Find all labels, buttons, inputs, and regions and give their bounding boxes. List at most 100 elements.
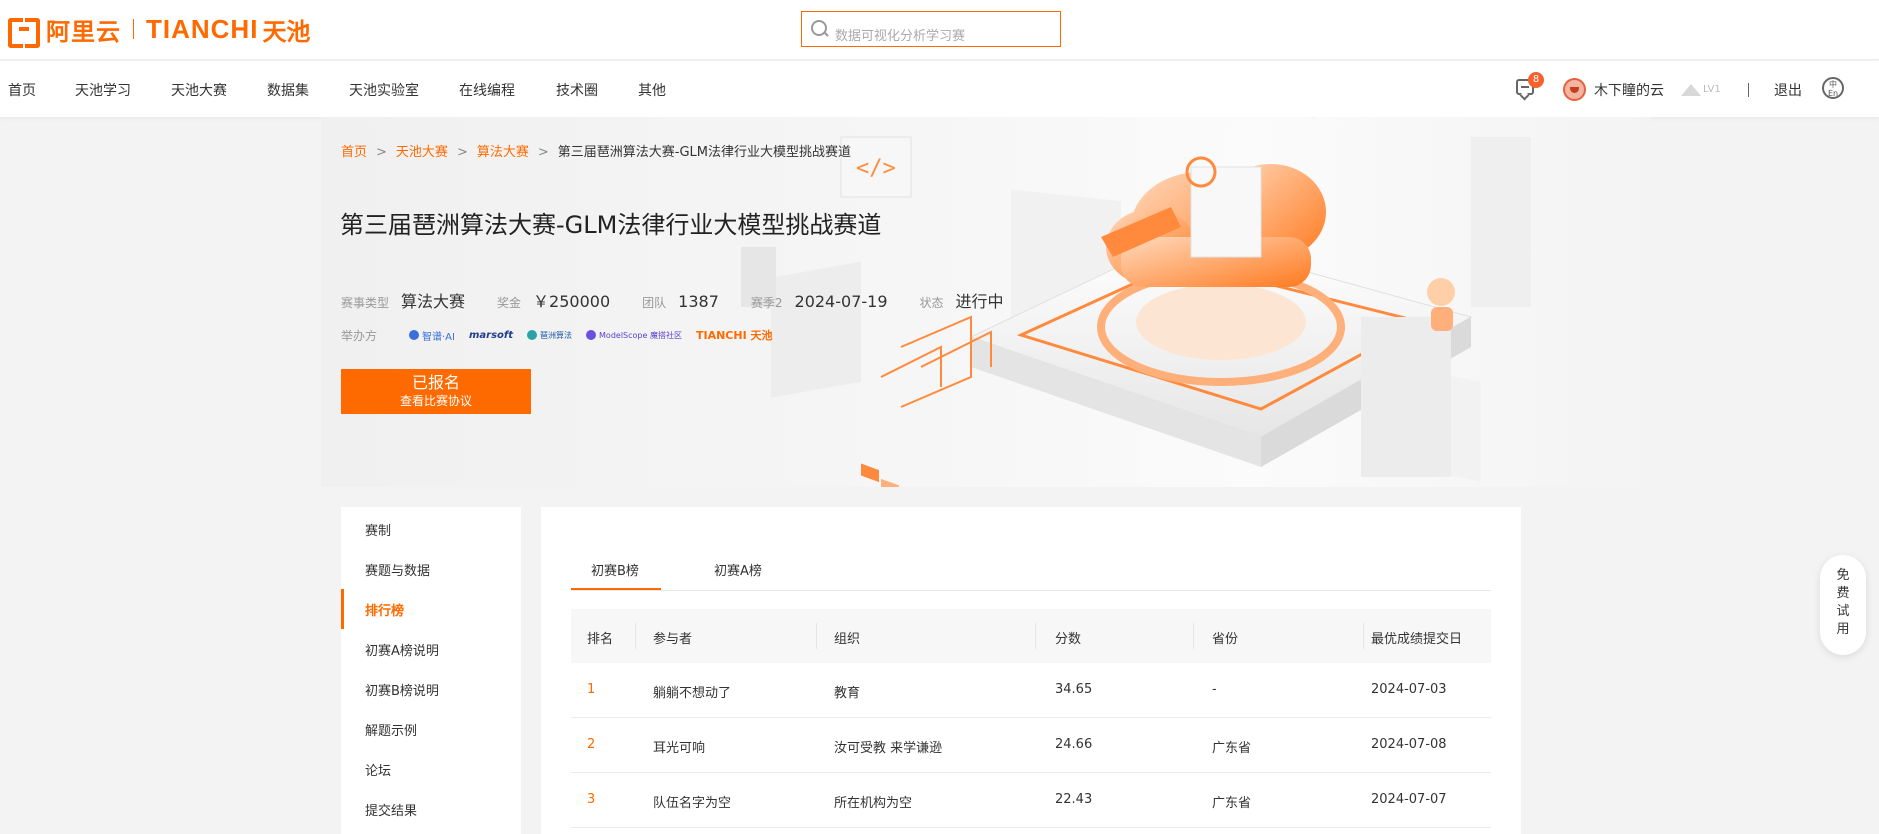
province-cell: - xyxy=(1212,682,1217,697)
sidebar-item-submit[interactable]: 提交结果 xyxy=(365,800,417,819)
svg-text:</>: </> xyxy=(856,156,896,181)
pazhou-logo: 琶洲算法 xyxy=(527,330,572,341)
col-participant: 参与者 xyxy=(653,632,693,647)
free-trial-char: 用 xyxy=(1836,622,1850,637)
participant-cell[interactable]: 躺躺不想动了 xyxy=(653,682,731,701)
message-count-badge: 8 xyxy=(1528,72,1544,88)
score-cell: 24.66 xyxy=(1055,737,1093,752)
table-row[interactable]: 2 耳光可响 汝可受教 来学谦逊 24.66 广东省 2024-07-08 xyxy=(571,718,1491,773)
rank-cell: 3 xyxy=(587,792,596,807)
sidebar-active-indicator xyxy=(341,589,344,629)
season-label: 赛季2 xyxy=(750,296,783,310)
score-cell: 22.43 xyxy=(1055,792,1093,807)
col-separator xyxy=(1193,623,1194,649)
date-cell: 2024-07-07 xyxy=(1371,792,1447,807)
modelscope-icon xyxy=(586,330,597,340)
logo-tianchi-cn-text: 天池 xyxy=(262,17,311,46)
nav-online-coding[interactable]: 在线编程 xyxy=(459,80,515,100)
tab-a-board[interactable]: 初赛A榜 xyxy=(714,560,762,579)
sidebar-item-leaderboard[interactable]: 排行榜 xyxy=(365,600,404,619)
language-switch-icon[interactable]: 中 En xyxy=(1822,77,1844,99)
nav-other[interactable]: 其他 xyxy=(638,80,666,100)
rank-cell: 1 xyxy=(587,682,596,697)
col-separator xyxy=(816,623,817,649)
participant-cell[interactable]: 耳光可响 xyxy=(653,737,705,756)
rank-cell: 2 xyxy=(587,737,596,752)
nav-learning[interactable]: 天池学习 xyxy=(75,80,131,100)
sidebar-item-examples[interactable]: 解题示例 xyxy=(365,720,417,739)
breadcrumb-separator: > xyxy=(456,145,468,160)
view-agreement-link[interactable]: 查看比赛协议 xyxy=(341,393,531,409)
col-org: 组织 xyxy=(834,632,861,647)
logout-link[interactable]: 退出 xyxy=(1774,80,1802,100)
aliyun-tianchi-logo[interactable]: 阿里云 TIANCHI 天池 xyxy=(8,13,311,48)
breadcrumb-separator: > xyxy=(376,145,387,160)
competition-sidebar: 赛制 赛题与数据 排行榜 初赛A榜说明 初赛B榜说明 解题示例 论坛 提交结果 xyxy=(341,507,521,834)
sidebar-item-problem-data[interactable]: 赛题与数据 xyxy=(365,560,430,579)
teams-label: 团队 xyxy=(642,296,667,310)
registered-label: 已报名 xyxy=(411,373,460,392)
sidebar-item-forum[interactable]: 论坛 xyxy=(365,760,391,779)
registered-button[interactable]: 已报名 查看比赛协议 xyxy=(341,369,531,414)
pazhou-logo-text: 琶洲算法 xyxy=(540,330,573,340)
free-trial-char: 免 xyxy=(1836,568,1850,583)
logo-tianchi-text: TIANCHI xyxy=(146,13,259,44)
nav-datasets[interactable]: 数据集 xyxy=(267,80,309,100)
breadcrumb-algorithm[interactable]: 算法大赛 xyxy=(477,145,529,160)
modelscope-logo: ModelScope 魔搭社区 xyxy=(586,330,682,341)
crown-icon xyxy=(1681,80,1701,96)
breadcrumb-home[interactable]: 首页 xyxy=(341,145,367,160)
free-trial-char: 试 xyxy=(1836,604,1850,619)
province-cell: 广东省 xyxy=(1212,796,1252,811)
prize-value: ￥250000 xyxy=(533,292,611,311)
nav-competitions[interactable]: 天池大赛 xyxy=(171,80,227,100)
teams-value: 1387 xyxy=(678,292,719,311)
col-rank: 排名 xyxy=(587,632,614,647)
main-nav: 首页 天池学习 天池大赛 数据集 天池实验室 在线编程 技术圈 其他 8 木下瞳… xyxy=(0,61,1879,117)
free-trial-float-button[interactable]: 免 费 试 用 xyxy=(1820,555,1866,655)
zhipu-logo-text: 智谱·AI xyxy=(422,331,455,343)
tabs-divider xyxy=(571,590,1491,591)
type-label: 赛事类型 xyxy=(341,296,390,310)
organizer-logos: 智谱·AI marsoft 琶洲算法 ModelScope 魔搭社区 TIANC… xyxy=(409,327,787,343)
avatar[interactable] xyxy=(1563,78,1586,101)
page-title: 第三届琶洲算法大赛-GLM法律行业大模型挑战赛道 xyxy=(340,211,882,239)
table-header: 排名 参与者 组织 分数 省份 最优成绩提交日 xyxy=(571,609,1491,663)
tab-b-board[interactable]: 初赛B榜 xyxy=(591,560,639,579)
marsoft-logo-text: marsoft xyxy=(468,329,514,341)
org-cell: 所在机构为空 xyxy=(834,796,913,811)
type-value: 算法大赛 xyxy=(401,292,466,311)
col-separator xyxy=(635,623,636,649)
sidebar-item-b-board-notes[interactable]: 初赛B榜说明 xyxy=(365,680,439,699)
sidebar-item-format[interactable]: 赛制 xyxy=(365,520,391,539)
table-row[interactable]: 3 队伍名字为空 所在机构为空 22.43 广东省 2024-07-07 xyxy=(571,773,1491,828)
organizer-label: 举办方 xyxy=(341,329,378,343)
nav-lab[interactable]: 天池实验室 xyxy=(349,80,419,100)
breadcrumb-current: 第三届琶洲算法大赛-GLM法律行业大模型挑战赛道 xyxy=(557,145,851,160)
province-cell: 广东省 xyxy=(1212,741,1252,756)
marsoft-logo: marsoft xyxy=(469,330,513,341)
username[interactable]: 木下瞳的云 xyxy=(1594,80,1664,100)
zhipu-icon xyxy=(409,330,419,340)
nav-tech-circle[interactable]: 技术圈 xyxy=(556,80,598,100)
nav-divider xyxy=(1748,83,1749,97)
active-tab-indicator xyxy=(571,588,661,590)
date-cell: 2024-07-03 xyxy=(1371,682,1447,697)
search-input[interactable] xyxy=(835,21,1055,51)
participant-cell[interactable]: 队伍名字为空 xyxy=(653,792,731,811)
status-value: 进行中 xyxy=(955,292,1004,311)
sidebar-item-a-board-notes[interactable]: 初赛A榜说明 xyxy=(365,640,439,659)
breadcrumb-competitions[interactable]: 天池大赛 xyxy=(396,145,448,160)
search-box[interactable] xyxy=(801,11,1061,51)
tianchi-logo: TIANCHI 天池 xyxy=(696,327,773,343)
nav-home[interactable]: 首页 xyxy=(8,80,36,100)
competition-meta: 赛事类型 算法大赛 奖金 ￥250000 团队 1387 赛季2 2024-07… xyxy=(341,288,1036,312)
col-score: 分数 xyxy=(1055,632,1082,647)
status-label: 状态 xyxy=(919,296,944,310)
date-cell: 2024-07-08 xyxy=(1371,737,1447,752)
logo-divider xyxy=(133,19,134,39)
col-province: 省份 xyxy=(1212,632,1239,647)
org-cell: 汝可受教 来学谦逊 xyxy=(834,741,943,756)
search-icon[interactable] xyxy=(811,20,829,38)
table-row[interactable]: 1 躺躺不想动了 教育 34.65 - 2024-07-03 xyxy=(571,663,1491,718)
